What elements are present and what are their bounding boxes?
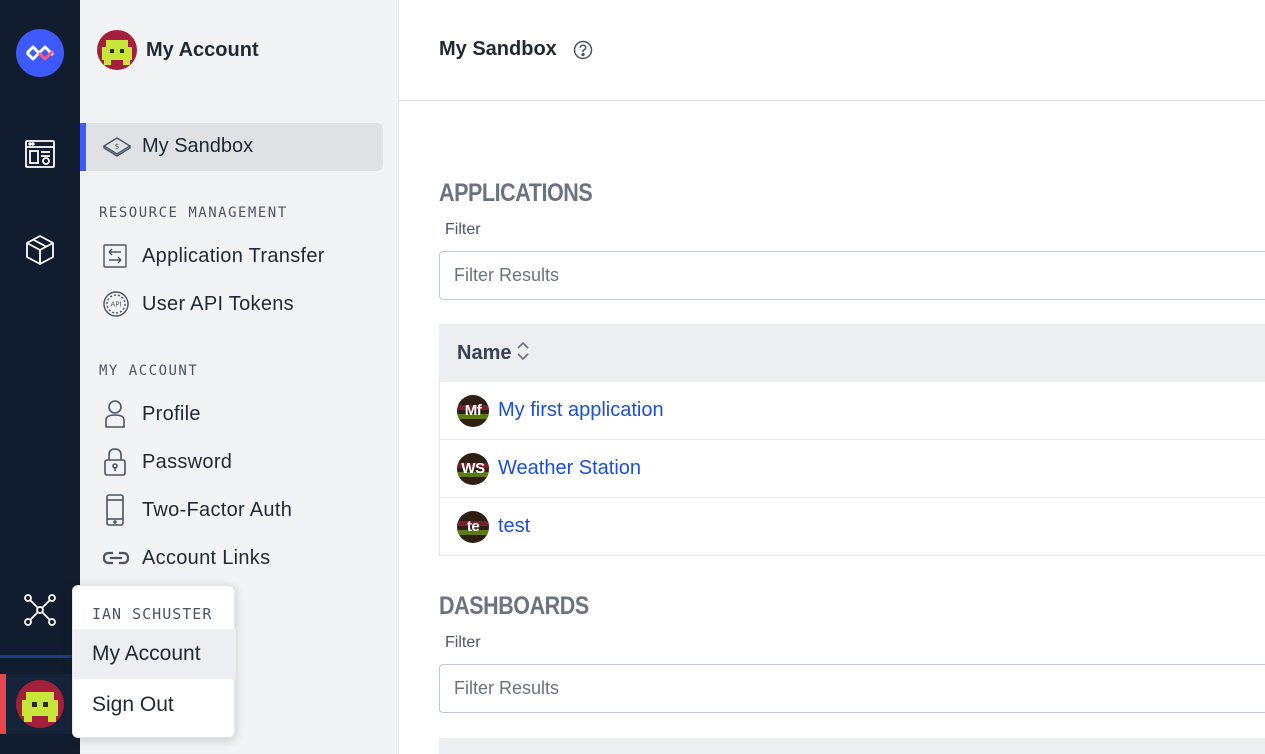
dashboards-title: DASHBOARDS bbox=[439, 592, 589, 620]
applications-title: APPLICATIONS bbox=[439, 179, 593, 207]
sidebar-item-label: Two-Factor Auth bbox=[142, 498, 293, 521]
user-avatar[interactable] bbox=[16, 680, 64, 728]
sidebar-item-application-transfer[interactable]: Application Transfer bbox=[102, 239, 392, 273]
main-content: APPLICATIONS Filter Name Mf My first app… bbox=[399, 101, 1265, 754]
selected-indicator bbox=[80, 123, 86, 171]
rail-divider bbox=[0, 655, 80, 658]
user-menu-button[interactable] bbox=[0, 674, 80, 734]
link-icon bbox=[102, 544, 134, 572]
person-icon bbox=[102, 400, 134, 428]
sidebar-item-two-factor-auth[interactable]: Two-Factor Auth bbox=[102, 493, 392, 527]
applications-filter-input[interactable] bbox=[439, 251, 1265, 300]
sidebar-item-label: Account Links bbox=[142, 546, 271, 569]
app-avatar: te bbox=[457, 510, 489, 543]
active-indicator bbox=[0, 674, 6, 734]
dashboards-filter-label: Filter bbox=[445, 634, 481, 651]
svg-text:API: API bbox=[110, 301, 121, 309]
app-link[interactable]: test bbox=[498, 515, 530, 538]
section-title-resource-management: RESOURCE MANAGEMENT bbox=[99, 205, 288, 221]
column-header-name[interactable]: Name bbox=[457, 342, 511, 365]
app-logo-icon[interactable] bbox=[16, 29, 64, 77]
transfer-icon bbox=[102, 242, 134, 270]
sidebar-item-label: User API Tokens bbox=[142, 292, 294, 315]
applications-table: Name Mf My first application WS Weather … bbox=[439, 324, 1265, 556]
sidebar-item-password[interactable]: Password bbox=[102, 445, 392, 479]
account-avatar bbox=[97, 30, 137, 70]
popup-username: IAN SCHUSTER bbox=[92, 605, 213, 623]
table-row[interactable]: Mf My first application bbox=[439, 382, 1265, 440]
sidebar-item-label: My Sandbox bbox=[142, 135, 254, 157]
user-popup-menu: IAN SCHUSTER My Account Sign Out bbox=[72, 585, 236, 738]
app-avatar: WS bbox=[457, 452, 489, 485]
api-icon: API bbox=[102, 290, 134, 318]
dashboards-table-header bbox=[439, 738, 1265, 754]
sidebar-item-my-sandbox[interactable]: $ My Sandbox bbox=[80, 123, 383, 171]
sidebar-item-user-api-tokens[interactable]: API User API Tokens bbox=[102, 287, 392, 321]
dashboards-filter-input[interactable] bbox=[439, 664, 1265, 713]
sidebar-header: My Account bbox=[97, 30, 259, 70]
sort-icon[interactable] bbox=[516, 340, 530, 367]
network-icon[interactable] bbox=[20, 590, 60, 630]
sidebar-item-label: Application Transfer bbox=[142, 244, 325, 267]
phone-icon bbox=[102, 494, 134, 526]
lock-icon bbox=[102, 448, 134, 476]
app-avatar: Mf bbox=[457, 394, 489, 427]
menu-item-my-account[interactable]: My Account bbox=[73, 629, 236, 679]
menu-item-sign-out[interactable]: Sign Out bbox=[73, 680, 236, 730]
app-link[interactable]: My first application bbox=[498, 399, 664, 422]
sidebar-item-account-links[interactable]: Account Links bbox=[102, 541, 392, 575]
help-icon[interactable] bbox=[573, 40, 593, 65]
sidebar-title: My Account bbox=[146, 38, 259, 61]
page-header: My Sandbox bbox=[399, 0, 1265, 101]
app-link[interactable]: Weather Station bbox=[498, 457, 641, 480]
sidebar-item-label: Profile bbox=[142, 402, 201, 425]
table-header: Name bbox=[439, 324, 1265, 382]
sidebar-item-label: Password bbox=[142, 450, 233, 473]
page-title: My Sandbox bbox=[439, 38, 557, 60]
icon-rail bbox=[0, 0, 80, 754]
svg-text:$: $ bbox=[115, 143, 119, 151]
dashboards-icon[interactable] bbox=[20, 134, 60, 174]
sandbox-icon: $ bbox=[102, 135, 132, 164]
section-title-my-account: MY ACCOUNT bbox=[99, 363, 199, 379]
applications-filter-label: Filter bbox=[445, 221, 481, 238]
table-row[interactable]: WS Weather Station bbox=[439, 440, 1265, 498]
table-row[interactable]: te test bbox=[439, 498, 1265, 556]
sidebar-item-profile[interactable]: Profile bbox=[102, 397, 392, 431]
package-icon[interactable] bbox=[20, 230, 60, 270]
